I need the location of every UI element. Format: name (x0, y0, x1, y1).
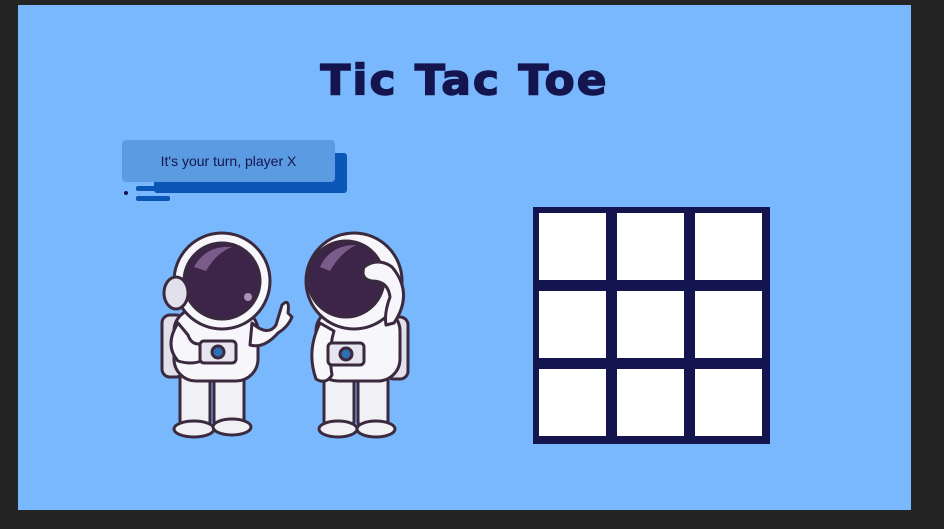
game-title: Tic Tac Toe (320, 56, 609, 106)
turn-status-bubble: It's your turn, player X (122, 140, 335, 182)
board-cell-8[interactable] (617, 369, 684, 436)
board-cell-2[interactable] (617, 213, 684, 280)
speech-bubble-dot (124, 191, 128, 195)
astronaut-thinking-illustration (304, 231, 410, 439)
board-cell-1[interactable] (539, 213, 606, 280)
game-stage: Tic Tac Toe It's your turn, player X (18, 5, 911, 510)
board-cell-4[interactable] (539, 291, 606, 358)
speech-bubble-tail (136, 186, 156, 191)
turn-status-text: It's your turn, player X (160, 153, 297, 169)
board-cell-7[interactable] (539, 369, 606, 436)
board-cell-3[interactable] (695, 213, 762, 280)
board-cell-6[interactable] (695, 291, 762, 358)
astronaut-pointing-illustration (160, 231, 294, 439)
speech-bubble-tail-lower (136, 196, 170, 201)
board-cell-9[interactable] (695, 369, 762, 436)
board-cell-5[interactable] (617, 291, 684, 358)
tic-tac-toe-board (533, 207, 770, 444)
